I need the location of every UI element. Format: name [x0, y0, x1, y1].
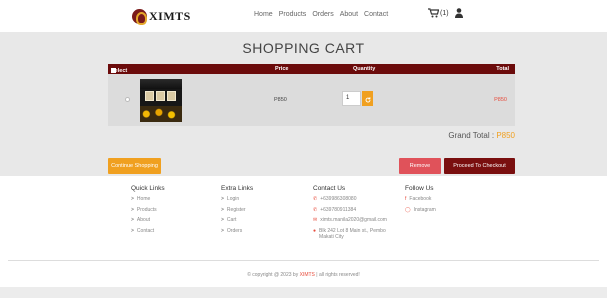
footer-link-label: About	[136, 217, 150, 223]
product-image-frames	[145, 91, 176, 101]
follow-title: Follow Us	[405, 185, 434, 192]
footer-link-orders[interactable]: > Orders	[221, 228, 253, 239]
footer-link-contact[interactable]: > Contact	[131, 228, 165, 239]
follow-instagram[interactable]: ◯ Instagram	[405, 207, 436, 218]
total-header: Total	[496, 66, 509, 72]
address-text: Blk 242 Lot 8 Main st., Pembo Makati Cit…	[319, 227, 386, 240]
cart-count: (1)	[440, 9, 449, 17]
nav-links: Home Products Orders About Contact	[254, 11, 388, 18]
copyright: © copyright @ 2023 by XIMTS | all rights…	[0, 265, 607, 287]
logo[interactable]: XIMTS	[132, 7, 191, 25]
footer-link-home[interactable]: > Home	[131, 196, 165, 207]
chevron-right-icon: >	[221, 227, 224, 234]
product-frame	[167, 91, 176, 101]
product-frame	[156, 91, 165, 101]
chevron-right-icon: >	[131, 217, 134, 223]
footer-link-about[interactable]: > About	[131, 217, 165, 228]
logo-icon	[132, 8, 147, 25]
chevron-right-icon: >	[131, 227, 134, 234]
phone-2-text: +639780911384	[320, 206, 357, 213]
nav-link-orders[interactable]: Orders	[312, 11, 333, 18]
cart-link[interactable]: (1)	[428, 8, 449, 18]
contact-title: Contact Us	[313, 185, 346, 192]
footer-link-label: Orders	[226, 227, 243, 234]
cart-row: P850 1 P850	[108, 74, 515, 126]
footer-link-products[interactable]: > Products	[131, 207, 165, 218]
quick-links-title: Quick Links	[131, 185, 165, 192]
contact-email[interactable]: ✉ ximts.manila2020@gmail.com	[313, 217, 393, 228]
footer-extra-links: Extra Links > Login > Register > Cart > Orde…	[221, 185, 253, 238]
chevron-right-icon: >	[131, 196, 134, 202]
phone-1-text: +639986308080	[320, 196, 357, 202]
grand-total-label: Grand Total :	[448, 131, 495, 140]
extra-links-title: Extra Links	[221, 185, 254, 192]
footer-link-label: Cart	[226, 217, 237, 223]
instagram-icon: ◯	[405, 206, 411, 213]
footer: Quick Links > Home > Products > About > Cont…	[0, 176, 607, 265]
product-image-header	[140, 79, 182, 89]
facebook-label: Facebook	[409, 196, 432, 202]
price-header: Price	[275, 66, 289, 72]
cart-icon	[428, 8, 439, 18]
grand-total-value: P850	[496, 131, 515, 140]
copyright-brand[interactable]: XIMTS	[300, 272, 315, 278]
cart-actions: Continue Shopping Remove Proceed To Chec…	[0, 158, 607, 176]
bottom-strip	[0, 287, 607, 298]
user-icon[interactable]	[454, 8, 463, 18]
phone-icon: ✆	[313, 196, 318, 202]
footer-contact: Contact Us ✆ +639986308080 ✆ +639780911384…	[313, 185, 393, 244]
footer-link-label: Register	[226, 206, 246, 213]
chevron-right-icon: >	[131, 206, 134, 213]
footer-divider	[8, 260, 599, 261]
contact-address: ● Blk 242 Lot 8 Main st., Pembo Makati Ci…	[313, 228, 393, 244]
page-title: SHOPPING CART	[242, 40, 365, 56]
phone-icon: ✆	[313, 206, 318, 213]
footer-follow: Follow Us f Facebook ◯ Instagram	[405, 185, 436, 217]
chevron-right-icon: >	[221, 196, 224, 202]
footer-link-label: Products	[136, 206, 157, 213]
footer-link-label: Login	[226, 196, 240, 202]
facebook-icon: f	[405, 196, 407, 202]
contact-phone-1[interactable]: ✆ +639986308080	[313, 196, 393, 207]
product-image	[140, 79, 182, 122]
nav-link-products[interactable]: Products	[279, 11, 307, 18]
copyright-prefix: © copyright @ 2023 by	[247, 272, 299, 278]
footer-link-cart[interactable]: > Cart	[221, 217, 253, 228]
nav-icons: (1)	[428, 8, 463, 18]
contact-phone-2[interactable]: ✆ +639780911384	[313, 207, 393, 218]
footer-link-label: Home	[136, 196, 151, 202]
footer-link-login[interactable]: > Login	[221, 196, 253, 207]
grand-total: Grand Total : P850	[448, 131, 515, 140]
nav-link-about[interactable]: About	[340, 11, 358, 18]
cart-table-header: Select All Price Quantity Total	[108, 64, 515, 80]
nav-link-home[interactable]: Home	[254, 11, 273, 18]
checkout-button[interactable]: Proceed To Checkout	[444, 158, 515, 174]
remove-button[interactable]: Remove	[399, 158, 441, 174]
item-total: P850	[494, 97, 507, 103]
refresh-icon	[365, 90, 371, 108]
product-image-flowers	[140, 106, 182, 122]
quantity-header: Quantity	[353, 66, 376, 72]
nav-link-contact[interactable]: Contact	[364, 11, 388, 18]
footer-quick-links: Quick Links > Home > Products > About > Cont…	[131, 185, 165, 238]
item-checkbox[interactable]	[125, 97, 130, 102]
envelope-icon: ✉	[313, 217, 318, 223]
product-frame	[145, 91, 154, 101]
instagram-label: Instagram	[413, 206, 436, 213]
chevron-right-icon: >	[221, 206, 224, 213]
map-pin-icon: ●	[313, 227, 317, 234]
navbar: XIMTS Home Products Orders About Contact…	[0, 0, 607, 32]
update-quantity-button[interactable]	[362, 91, 373, 106]
follow-facebook[interactable]: f Facebook	[405, 196, 436, 207]
cart-section: SHOPPING CART Select All Price Quantity …	[0, 32, 607, 176]
brand-name: XIMTS	[149, 8, 191, 23]
copyright-suffix: | all rights reserved!	[316, 272, 360, 278]
chevron-right-icon: >	[221, 217, 224, 223]
item-price: P850	[274, 97, 287, 103]
continue-shopping-button[interactable]: Continue Shopping	[108, 158, 161, 174]
footer-link-label: Contact	[136, 227, 155, 234]
email-text: ximts.manila2020@gmail.com	[320, 217, 387, 223]
quantity-input[interactable]: 1	[342, 91, 361, 106]
footer-link-register[interactable]: > Register	[221, 207, 253, 218]
